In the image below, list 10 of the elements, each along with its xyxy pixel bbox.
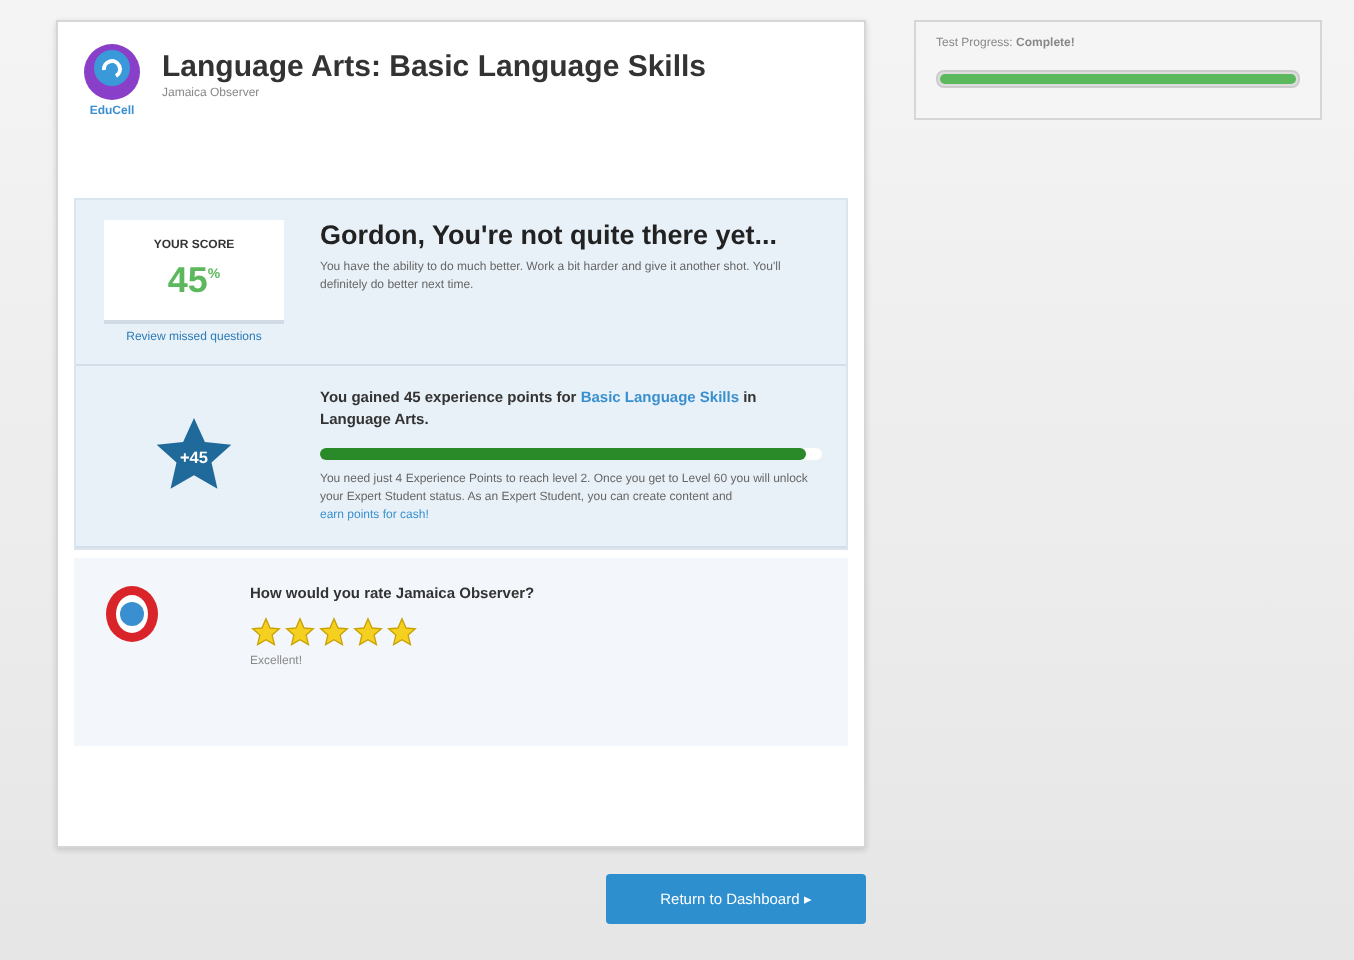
star-icon[interactable] [352,615,384,648]
globe-logo-icon [102,581,162,645]
star-icon[interactable] [386,615,418,648]
page-title: Language Arts: Basic Language Skills [162,50,707,84]
score-value: 45$^{%}$ [167,259,221,301]
star-icon[interactable] [284,615,316,648]
logo-icon [82,42,142,102]
star-icon[interactable] [250,615,282,648]
feedback-heading: Gordon, You're not quite there yet... [320,220,779,250]
star-icon[interactable] [318,615,350,648]
